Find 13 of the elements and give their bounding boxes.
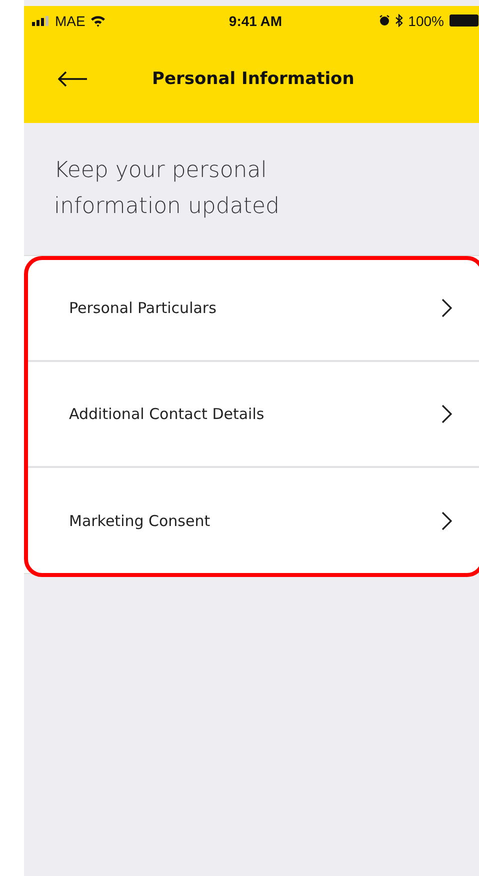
carrier-name: MAE <box>55 12 86 28</box>
intro-heading: Keep your personal information updated <box>54 157 280 221</box>
battery-icon <box>448 14 479 27</box>
wifi-icon <box>90 14 106 26</box>
page-title: Personal Information <box>152 69 354 89</box>
signal-icon <box>32 16 50 26</box>
bluetooth-icon <box>395 14 404 27</box>
chevron-icon <box>441 404 453 424</box>
status-time: 9:41 AM <box>228 12 282 28</box>
chevron-icon <box>441 298 453 318</box>
battery-percent: 100% <box>408 12 444 28</box>
chevron-icon <box>441 510 453 530</box>
alarm-clock-icon <box>379 15 390 26</box>
